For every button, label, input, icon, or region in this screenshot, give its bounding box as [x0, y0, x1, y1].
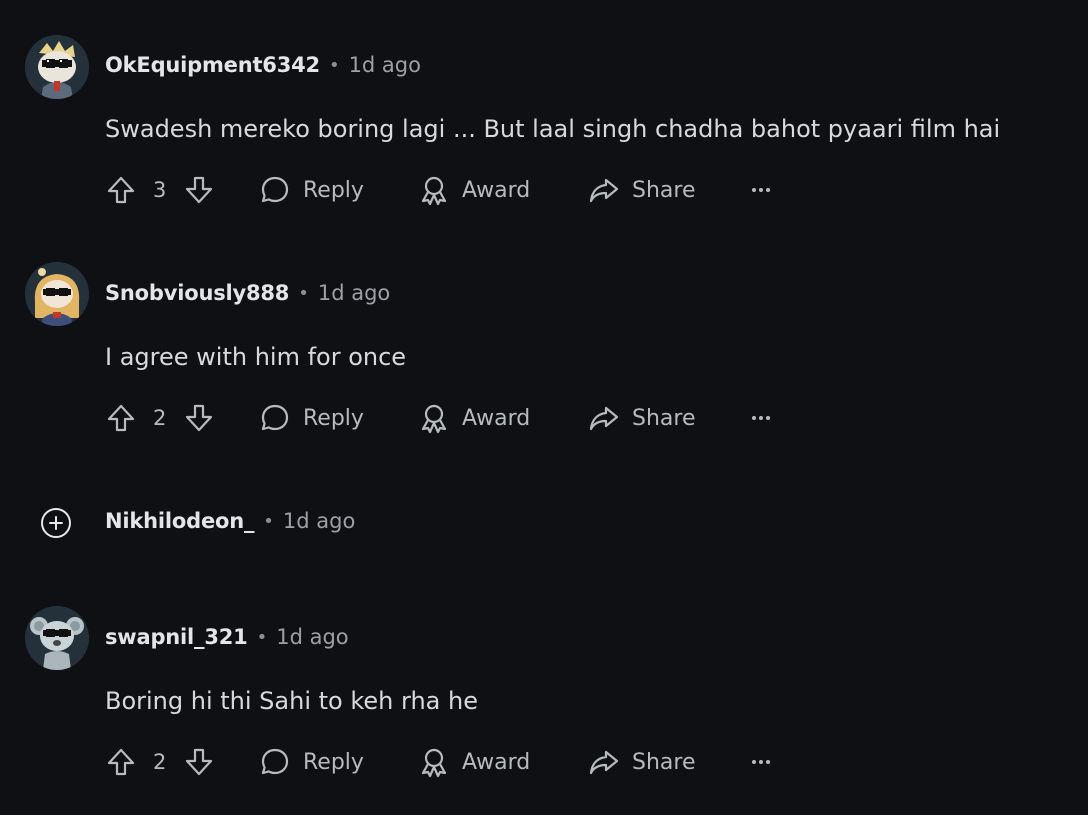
downvote-button[interactable]	[183, 398, 215, 438]
separator-dot: •	[298, 282, 309, 304]
user-avatar[interactable]	[25, 35, 89, 99]
share-icon	[589, 750, 619, 775]
share-label: Share	[632, 749, 696, 775]
upvote-button[interactable]	[105, 170, 137, 210]
award-label: Award	[462, 177, 531, 203]
award-button[interactable]: Award	[418, 170, 530, 210]
share-button[interactable]: Share	[588, 742, 696, 782]
separator-dot: •	[263, 510, 274, 532]
share-label: Share	[632, 177, 696, 203]
award-icon	[421, 176, 447, 206]
more-options-button[interactable]	[749, 742, 773, 782]
downvote-button[interactable]	[183, 170, 215, 210]
timestamp[interactable]: 1d ago	[283, 509, 355, 533]
user-avatar[interactable]	[25, 262, 89, 326]
award-icon	[421, 748, 447, 778]
separator-dot: •	[328, 54, 340, 76]
reply-button[interactable]: Reply	[259, 170, 364, 210]
award-button[interactable]: Award	[418, 398, 530, 438]
more-horizontal-icon	[752, 188, 770, 192]
more-horizontal-icon	[752, 416, 770, 420]
comment-meta: Nikhilodeon_ • 1d ago	[105, 509, 355, 533]
downvote-icon	[185, 176, 213, 204]
username[interactable]: swapnil_321	[105, 625, 248, 649]
timestamp[interactable]: 1d ago	[349, 53, 421, 77]
comment-bubble-icon	[261, 176, 289, 203]
vote-count: 2	[153, 406, 167, 430]
award-label: Award	[462, 749, 531, 775]
award-icon	[421, 404, 447, 434]
timestamp[interactable]: 1d ago	[276, 625, 348, 649]
upvote-button[interactable]	[105, 398, 137, 438]
comment-meta: Snobviously888 • 1d ago	[105, 281, 390, 305]
more-options-button[interactable]	[749, 398, 773, 438]
comment-bubble-icon	[261, 404, 289, 431]
downvote-button[interactable]	[183, 742, 215, 782]
award-label: Award	[462, 405, 531, 431]
comment-body: Boring hi thi Sahi to keh rha he	[105, 687, 478, 715]
upvote-icon	[107, 748, 135, 776]
comment-bubble-icon	[261, 748, 289, 775]
share-icon	[589, 406, 619, 431]
more-horizontal-icon	[752, 760, 770, 764]
share-icon	[589, 178, 619, 203]
share-button[interactable]: Share	[588, 398, 696, 438]
comment-body: Swadesh mereko boring lagi ... But laal …	[105, 115, 1001, 143]
expand-thread-button[interactable]	[41, 508, 71, 538]
comment-body: I agree with him for once	[105, 343, 407, 371]
downvote-icon	[185, 748, 213, 776]
reply-label: Reply	[303, 177, 364, 203]
reply-button[interactable]: Reply	[259, 398, 364, 438]
upvote-icon	[107, 404, 135, 432]
comment-meta: OkEquipment6342 • 1d ago	[105, 53, 421, 77]
reply-label: Reply	[303, 749, 364, 775]
avatar-sunglasses-icon	[25, 606, 89, 670]
separator-dot: •	[256, 626, 268, 648]
reply-label: Reply	[303, 405, 364, 431]
username[interactable]: Snobviously888	[105, 281, 289, 305]
avatar-sunglasses-icon	[25, 35, 89, 99]
share-button[interactable]: Share	[588, 170, 696, 210]
timestamp[interactable]: 1d ago	[318, 281, 390, 305]
username[interactable]: Nikhilodeon_	[105, 509, 254, 533]
downvote-icon	[185, 404, 213, 432]
user-avatar[interactable]	[25, 606, 89, 670]
upvote-button[interactable]	[105, 742, 137, 782]
share-label: Share	[632, 405, 696, 431]
vote-count: 2	[153, 750, 167, 774]
avatar-sunglasses-icon	[25, 262, 89, 326]
award-button[interactable]: Award	[418, 742, 530, 782]
username[interactable]: OkEquipment6342	[105, 53, 320, 77]
comment-meta: swapnil_321 • 1d ago	[105, 625, 349, 649]
plus-circle-icon	[49, 516, 63, 530]
more-options-button[interactable]	[749, 170, 773, 210]
vote-count: 3	[153, 178, 167, 202]
reply-button[interactable]: Reply	[259, 742, 364, 782]
upvote-icon	[107, 176, 135, 204]
